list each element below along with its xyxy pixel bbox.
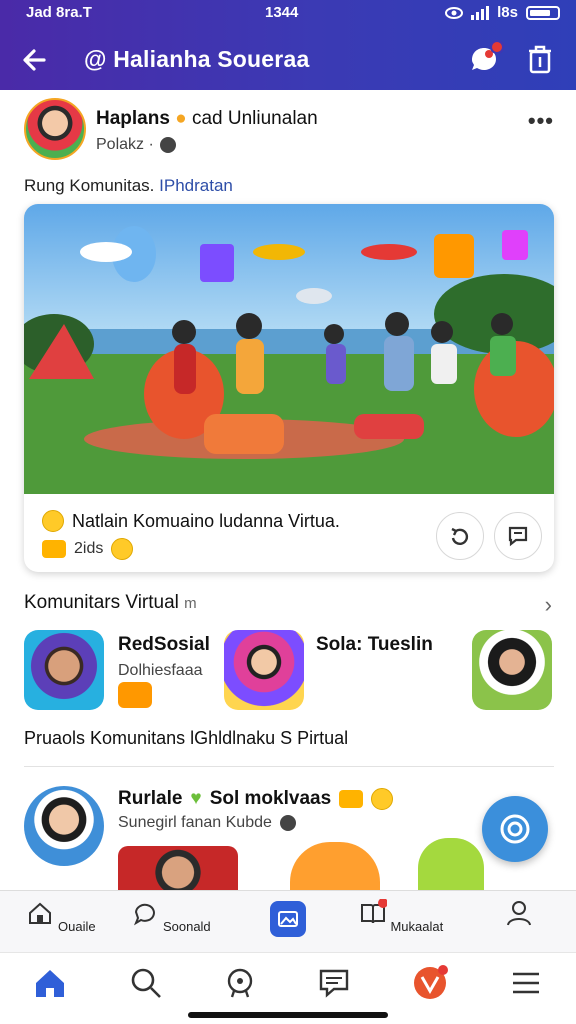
chat-icon xyxy=(134,903,156,926)
card-title-text: Natlain Komuaino ludanna Virtua. xyxy=(72,510,340,531)
messages-icon[interactable] xyxy=(314,963,354,1003)
tab-label: Ouaile xyxy=(58,919,96,934)
caption-text: Rung Komunitas. xyxy=(24,176,155,195)
tab-book-secondary[interactable]: Mukaalat xyxy=(356,897,446,951)
battery-icon xyxy=(526,5,560,20)
chevron-right-icon[interactable]: › xyxy=(545,592,552,618)
post-author[interactable]: Haplans ● cad Unliunalan xyxy=(96,108,318,130)
messages-button[interactable] xyxy=(466,40,504,78)
signal-icon xyxy=(471,5,490,20)
post2-sub-text: Sunegirl fanan Kubde xyxy=(118,814,272,831)
post2-name-rest: Sol moklvaas xyxy=(209,788,332,809)
post2-image[interactable] xyxy=(118,846,238,890)
heart-icon: ♥ xyxy=(190,788,202,809)
tab-search-secondary[interactable]: Soonald xyxy=(126,897,216,951)
comment-button[interactable] xyxy=(494,512,542,560)
trash-icon[interactable] xyxy=(522,42,558,78)
status-time-left: Jad 8ra.T xyxy=(26,4,92,21)
post-caption: Rung Komunitas. IPhdratan xyxy=(24,176,233,196)
post-meta: Polakz · xyxy=(96,136,176,154)
post2-name: Rurlale xyxy=(118,788,183,809)
communities-title-tag: m xyxy=(184,595,197,612)
header: @ Halianha Soueraa xyxy=(0,40,576,84)
tab-create-button[interactable] xyxy=(270,901,306,937)
reaction-icon xyxy=(42,540,66,558)
laugh-emoji-icon xyxy=(111,538,134,560)
community-thumb-1[interactable] xyxy=(24,630,104,710)
community-name-1[interactable]: RedSosial xyxy=(118,634,210,656)
post2-author[interactable]: Rurlale ♥ Sol moklvaas xyxy=(118,788,394,810)
post-time: Polakz · xyxy=(96,136,154,153)
communities-title: Komunitars Virtual m xyxy=(24,592,197,614)
bird-sticker xyxy=(290,842,380,890)
tab-bar-main xyxy=(0,952,576,1024)
home-icon[interactable] xyxy=(30,963,70,1003)
floating-action-button[interactable] xyxy=(482,796,548,862)
reaction-count: 2ids xyxy=(74,540,104,557)
emoji-icon xyxy=(371,788,394,810)
tab-label: Soonald xyxy=(162,919,211,934)
search-icon[interactable] xyxy=(126,963,166,1003)
person-icon xyxy=(507,901,531,926)
share-button[interactable] xyxy=(436,512,484,560)
refresh-icon xyxy=(451,527,469,545)
smile-emoji-icon xyxy=(42,510,64,532)
tab-bar-secondary: Ouaile Soonald Mukaalat xyxy=(0,890,576,952)
feed: Haplans ● cad Unliunalan Polakz · ••• Ru… xyxy=(0,90,576,890)
communities-list: RedSosial Dolhiesfaaa Sola: Tueslin xyxy=(24,630,554,710)
post-header: Haplans ● cad Unliunalan Polakz · ••• xyxy=(24,98,554,160)
post-image[interactable] xyxy=(24,204,554,494)
caption-link[interactable]: IPhdratan xyxy=(159,176,233,195)
tab-profile-secondary[interactable] xyxy=(474,897,564,951)
target-icon xyxy=(500,814,530,844)
location-chat-icon[interactable] xyxy=(220,963,260,1003)
community-sub-1: Dolhiesfaaa xyxy=(118,662,203,679)
globe-icon-2 xyxy=(279,815,296,831)
page-title: @ Halianha Soueraa xyxy=(84,46,310,72)
community-name-2[interactable]: Sola: Tueslin xyxy=(316,634,433,656)
community-badge-icon xyxy=(118,682,152,708)
smiley-sticker xyxy=(418,838,484,890)
gift-icon xyxy=(339,790,364,808)
home-indicator xyxy=(188,1012,388,1018)
eye-icon xyxy=(445,6,464,19)
section-title-2: Pruaols Komunitans lGhldlnaku S Pirtual xyxy=(24,728,349,748)
menu-icon[interactable] xyxy=(506,963,546,1003)
notifications-icon[interactable] xyxy=(410,963,450,1003)
post2-sub: Sunegirl fanan Kubde xyxy=(118,814,296,832)
photo-icon xyxy=(278,911,298,927)
status-bar: Jad 8ra.T 1344 l8s xyxy=(0,4,576,24)
community-thumb-3[interactable] xyxy=(472,630,552,710)
more-options-icon[interactable]: ••• xyxy=(528,108,554,134)
author-avatar[interactable] xyxy=(24,98,86,160)
book-icon xyxy=(360,898,388,924)
card-reactions[interactable]: 2ids xyxy=(42,538,134,560)
post-author-rest: cad Unliunalan xyxy=(191,108,318,129)
divider xyxy=(24,766,554,767)
status-time-center: 1344 xyxy=(265,4,299,21)
notification-dot xyxy=(490,40,504,54)
battery-percent: l8s xyxy=(497,4,518,21)
app-header-bar: Jad 8ra.T 1344 l8s @ Halianha Soueraa xyxy=(0,0,576,90)
community-thumb-2[interactable] xyxy=(224,630,304,710)
house-icon xyxy=(29,902,52,924)
post-card[interactable]: Natlain Komuaino ludanna Virtua. 2ids xyxy=(24,204,554,572)
globe-icon xyxy=(159,137,176,153)
tab-home-secondary[interactable]: Ouaile xyxy=(16,897,106,951)
post2-avatar[interactable] xyxy=(24,786,104,866)
tab-label: Mukaalat xyxy=(390,919,444,934)
communities-title-text: Komunitars Virtual xyxy=(24,592,179,613)
back-arrow-icon[interactable] xyxy=(18,42,54,78)
comment-icon xyxy=(508,526,528,547)
card-title: Natlain Komuaino ludanna Virtua. xyxy=(42,510,340,532)
post-author-name: Haplans xyxy=(96,108,170,129)
